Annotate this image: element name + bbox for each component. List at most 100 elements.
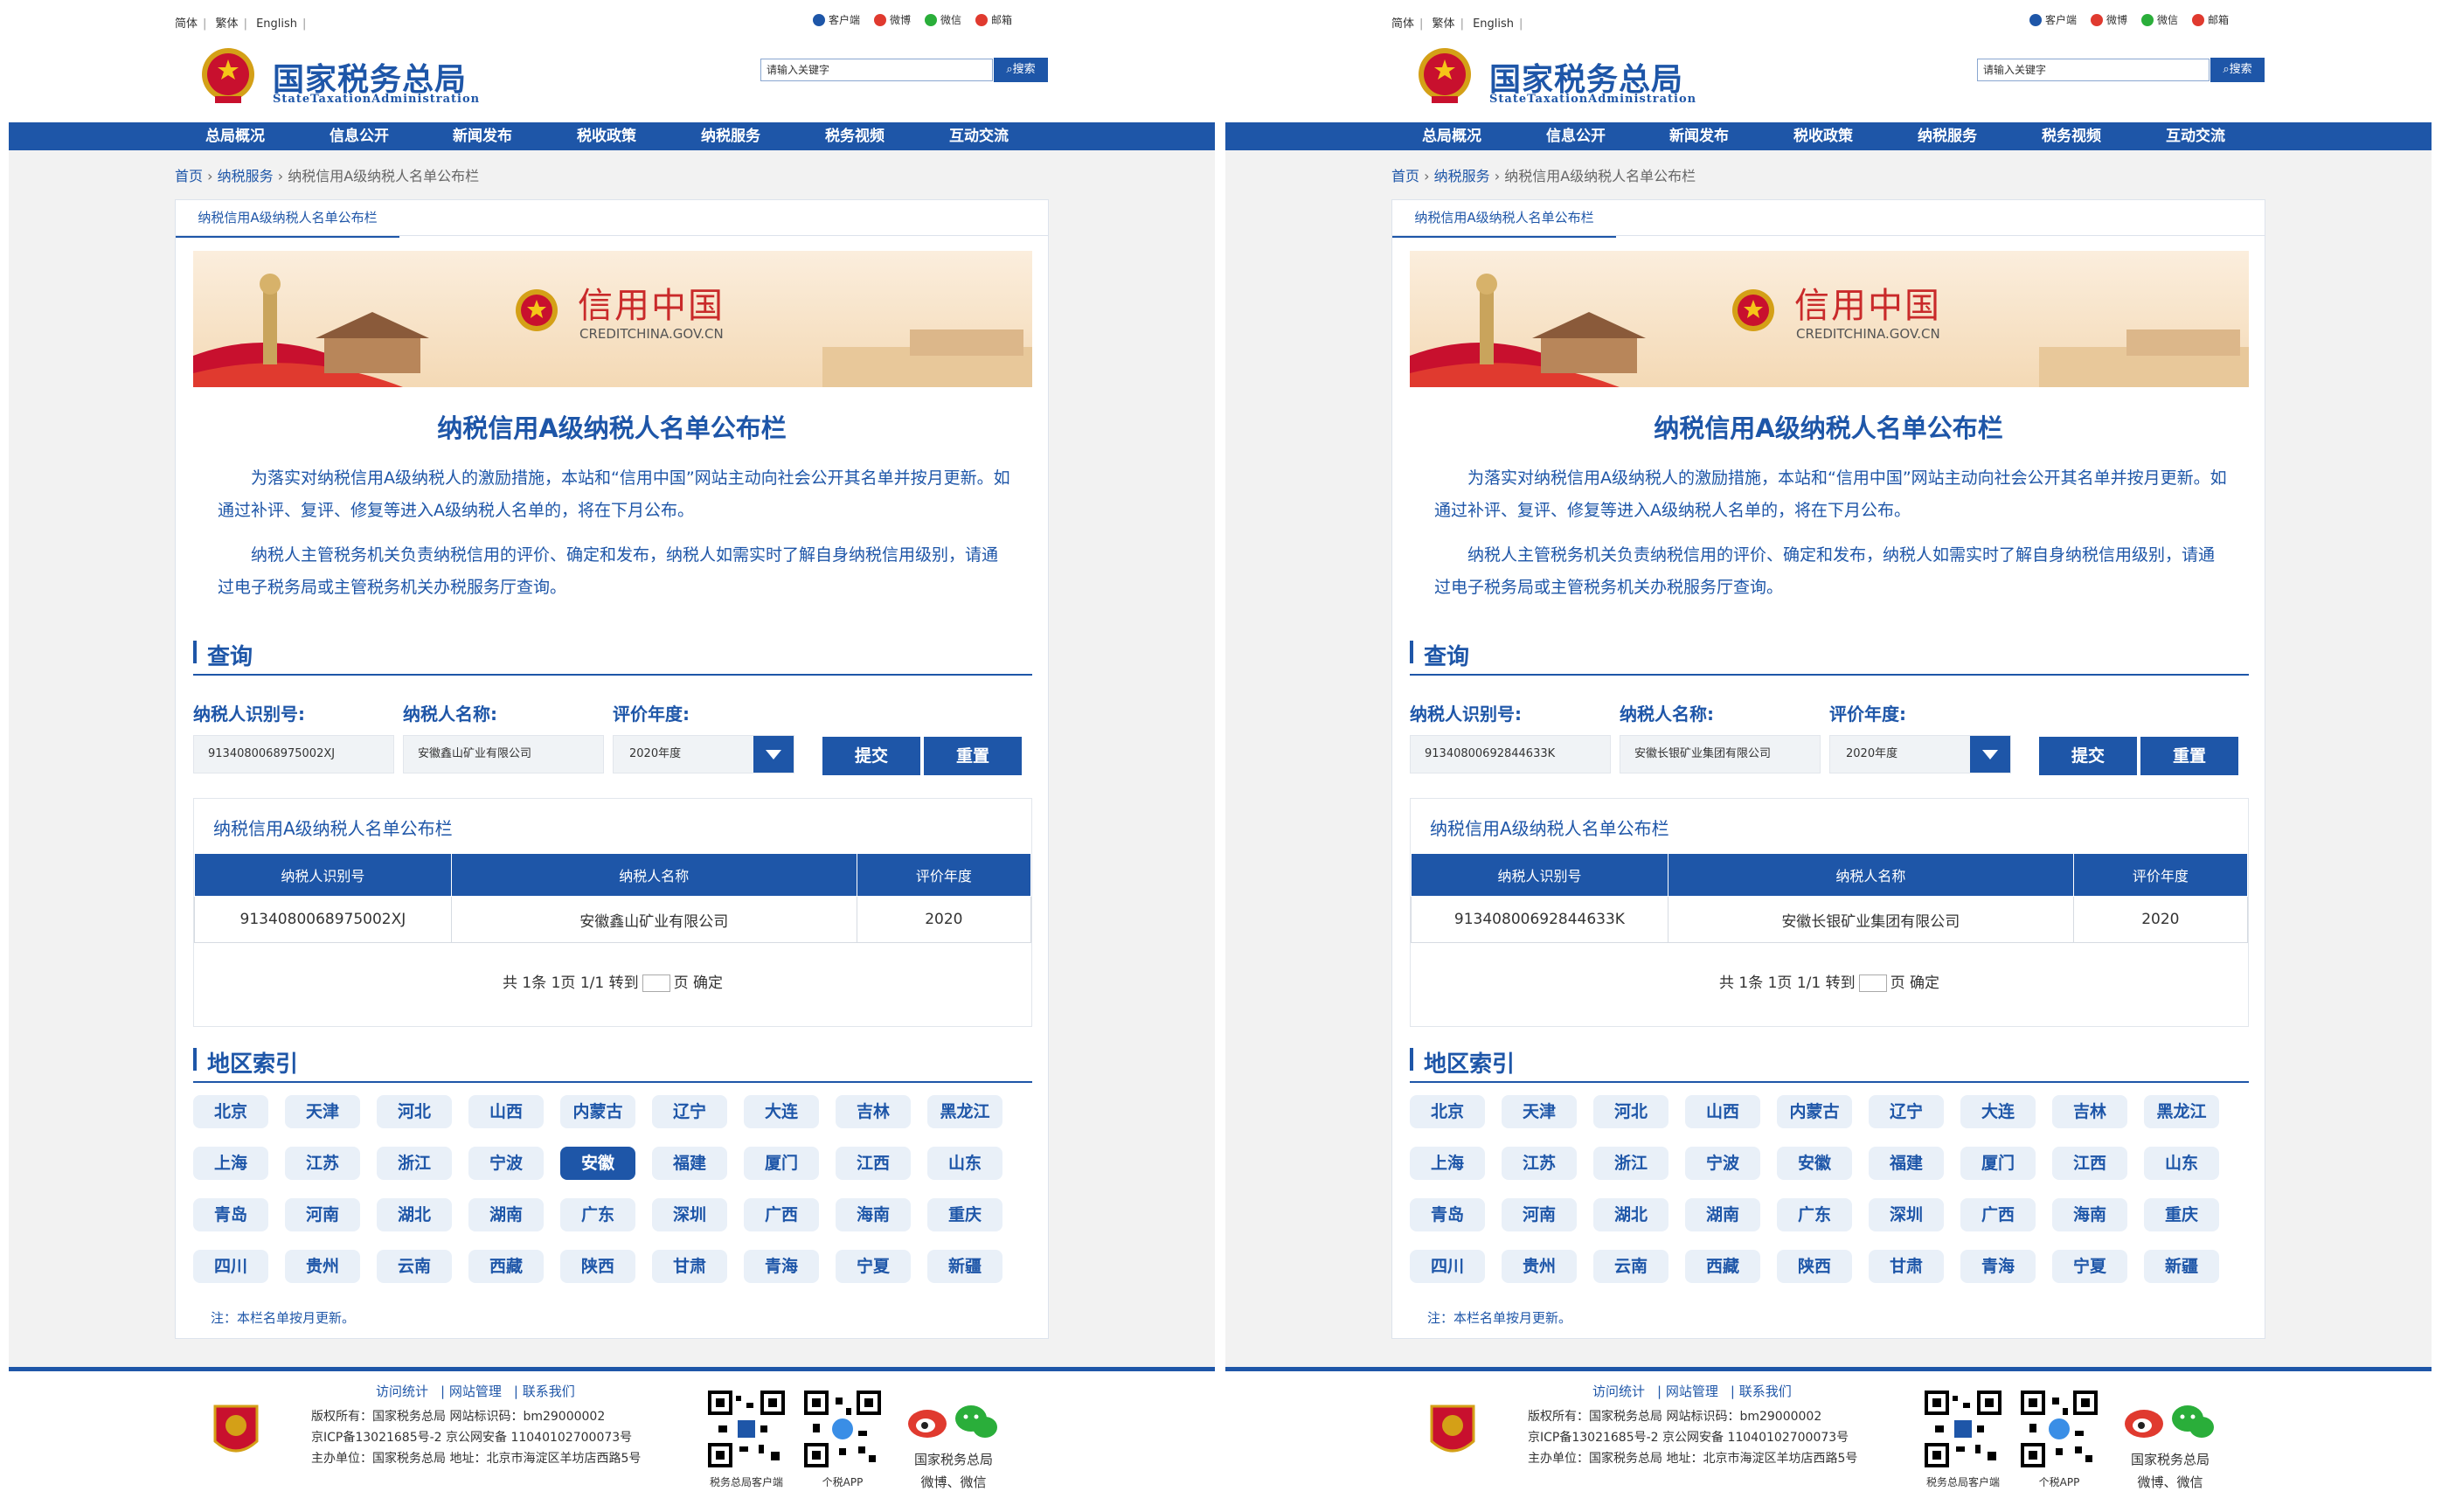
region-button[interactable]: 黑龙江 — [927, 1095, 1002, 1128]
region-button[interactable]: 大连 — [1960, 1095, 2036, 1128]
footer-link-contact[interactable]: 联系我们 — [1739, 1384, 1792, 1399]
region-button[interactable]: 上海 — [193, 1147, 268, 1180]
region-button[interactable]: 深圳 — [1869, 1198, 1944, 1231]
region-button[interactable]: 湖北 — [377, 1198, 452, 1231]
region-button[interactable]: 天津 — [1502, 1095, 1577, 1128]
taxpayer-id-input[interactable]: 9134080068975002XJ — [193, 735, 394, 773]
search-input[interactable]: 请输入关键字 — [760, 59, 993, 81]
region-button[interactable]: 安徽 — [560, 1147, 635, 1180]
region-button[interactable]: 河北 — [1593, 1095, 1668, 1128]
region-button[interactable]: 宁波 — [468, 1147, 544, 1180]
region-button[interactable]: 厦门 — [744, 1147, 819, 1180]
region-button[interactable]: 四川 — [193, 1250, 268, 1283]
region-button[interactable]: 辽宁 — [652, 1095, 727, 1128]
region-button[interactable]: 海南 — [2052, 1198, 2127, 1231]
tab-a-level-list[interactable]: 纳税信用A级纳税人名单公布栏 — [176, 200, 399, 238]
region-button[interactable]: 重庆 — [927, 1198, 1002, 1231]
nav-interact[interactable]: 互动交流 — [2166, 122, 2225, 150]
page-jump-input[interactable] — [1858, 974, 1887, 992]
region-button[interactable]: 宁夏 — [836, 1250, 911, 1283]
mail-link[interactable]: 邮箱 — [2192, 12, 2229, 27]
nav-info[interactable]: 信息公开 — [1546, 122, 1606, 150]
region-button[interactable]: 贵州 — [285, 1250, 360, 1283]
nav-policy[interactable]: 税收政策 — [577, 122, 636, 150]
client-link[interactable]: 客户端 — [813, 12, 860, 27]
region-button[interactable]: 江苏 — [1502, 1147, 1577, 1180]
region-button[interactable]: 宁波 — [1685, 1147, 1760, 1180]
region-button[interactable]: 大连 — [744, 1095, 819, 1128]
region-button[interactable]: 安徽 — [1777, 1147, 1852, 1180]
nav-overview[interactable]: 总局概况 — [1422, 122, 1481, 150]
reset-button[interactable]: 重置 — [2140, 737, 2238, 775]
government-badge-icon[interactable] — [1428, 1403, 1477, 1460]
government-badge-icon[interactable] — [212, 1403, 260, 1460]
mail-link[interactable]: 邮箱 — [975, 12, 1012, 27]
submit-button[interactable]: 提交 — [2039, 737, 2137, 775]
chevron-down-icon[interactable] — [1970, 736, 2010, 773]
region-button[interactable]: 海南 — [836, 1198, 911, 1231]
region-button[interactable]: 甘肃 — [1869, 1250, 1944, 1283]
wechat-link[interactable]: 微信 — [925, 12, 961, 27]
region-button[interactable]: 辽宁 — [1869, 1095, 1944, 1128]
region-button[interactable]: 广东 — [560, 1198, 635, 1231]
region-button[interactable]: 山西 — [468, 1095, 544, 1128]
crumb-home[interactable]: 首页 — [175, 168, 203, 184]
region-button[interactable]: 甘肃 — [652, 1250, 727, 1283]
region-button[interactable]: 广西 — [1960, 1198, 2036, 1231]
region-button[interactable]: 西藏 — [468, 1250, 544, 1283]
region-button[interactable]: 江西 — [836, 1147, 911, 1180]
nav-news[interactable]: 新闻发布 — [1669, 122, 1729, 150]
region-button[interactable]: 吉林 — [836, 1095, 911, 1128]
footer-link-admin[interactable]: 网站管理 — [449, 1384, 502, 1399]
region-button[interactable]: 浙江 — [1593, 1147, 1668, 1180]
region-button[interactable]: 湖南 — [1685, 1198, 1760, 1231]
nav-overview[interactable]: 总局概况 — [205, 122, 265, 150]
region-button[interactable]: 湖北 — [1593, 1198, 1668, 1231]
region-button[interactable]: 福建 — [652, 1147, 727, 1180]
region-button[interactable]: 江西 — [2052, 1147, 2127, 1180]
region-button[interactable]: 内蒙古 — [1777, 1095, 1852, 1128]
region-button[interactable]: 宁夏 — [2052, 1250, 2127, 1283]
weibo-link[interactable]: 微博 — [874, 12, 911, 27]
region-button[interactable]: 贵州 — [1502, 1250, 1577, 1283]
search-input[interactable]: 请输入关键字 — [1977, 59, 2210, 81]
region-button[interactable]: 江苏 — [285, 1147, 360, 1180]
weibo-wechat-icons[interactable] — [2121, 1399, 2217, 1443]
region-button[interactable]: 福建 — [1869, 1147, 1944, 1180]
page-jump-input[interactable] — [642, 974, 670, 992]
crumb-service[interactable]: 纳税服务 — [1434, 168, 1490, 184]
lang-simplified[interactable]: 简体 — [1391, 17, 1414, 31]
region-button[interactable]: 广东 — [1777, 1198, 1852, 1231]
page-confirm[interactable]: 页 确定 — [674, 974, 723, 992]
region-button[interactable]: 河南 — [1502, 1198, 1577, 1231]
lang-english[interactable]: English — [1473, 17, 1514, 31]
search-button[interactable]: ⌕搜索 — [994, 58, 1048, 82]
page-confirm[interactable]: 页 确定 — [1890, 974, 1939, 992]
nav-interact[interactable]: 互动交流 — [949, 122, 1009, 150]
eval-year-select[interactable]: 2020年度 — [1829, 735, 2011, 773]
region-button[interactable]: 山东 — [927, 1147, 1002, 1180]
eval-year-select[interactable]: 2020年度 — [613, 735, 794, 773]
region-button[interactable]: 吉林 — [2052, 1095, 2127, 1128]
weibo-link[interactable]: 微博 — [2091, 12, 2127, 27]
region-button[interactable]: 山东 — [2144, 1147, 2219, 1180]
region-button[interactable]: 西藏 — [1685, 1250, 1760, 1283]
region-button[interactable]: 青海 — [744, 1250, 819, 1283]
region-button[interactable]: 山西 — [1685, 1095, 1760, 1128]
nav-service[interactable]: 纳税服务 — [1918, 122, 1977, 150]
wechat-link[interactable]: 微信 — [2141, 12, 2178, 27]
region-button[interactable]: 青岛 — [1410, 1198, 1485, 1231]
taxpayer-name-input[interactable]: 安徽鑫山矿业有限公司 — [403, 735, 604, 773]
region-button[interactable]: 陕西 — [560, 1250, 635, 1283]
region-button[interactable]: 北京 — [193, 1095, 268, 1128]
tab-a-level-list[interactable]: 纳税信用A级纳税人名单公布栏 — [1392, 200, 1616, 238]
region-button[interactable]: 云南 — [377, 1250, 452, 1283]
region-button[interactable]: 河南 — [285, 1198, 360, 1231]
footer-link-contact[interactable]: 联系我们 — [523, 1384, 575, 1399]
nav-service[interactable]: 纳税服务 — [701, 122, 760, 150]
chevron-down-icon[interactable] — [753, 736, 794, 773]
region-button[interactable]: 北京 — [1410, 1095, 1485, 1128]
region-button[interactable]: 黑龙江 — [2144, 1095, 2219, 1128]
region-button[interactable]: 内蒙古 — [560, 1095, 635, 1128]
region-button[interactable]: 河北 — [377, 1095, 452, 1128]
